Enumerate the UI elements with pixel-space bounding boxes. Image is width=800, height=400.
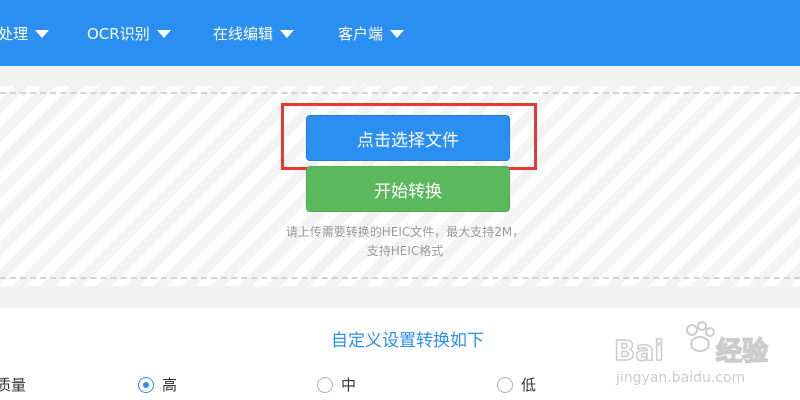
radio-unchecked-icon: [497, 376, 513, 393]
nav-item-ocr[interactable]: OCR识别: [87, 0, 171, 66]
nav-item-label: OCR识别: [87, 24, 150, 43]
settings-title: 自定义设置转换如下: [331, 331, 484, 351]
caret-down-icon: [156, 30, 171, 38]
quality-label: 质量: [0, 376, 27, 394]
radio-label: 高: [162, 376, 178, 394]
quality-option-high[interactable]: 高: [138, 374, 177, 395]
nav-item-label: 处理: [0, 24, 29, 43]
upload-hint-line1: 请上传需要转换的HEIC文件，最大支持2M，: [285, 225, 525, 239]
radio-label: 中: [341, 376, 357, 394]
nav-item-label: 在线编辑: [213, 24, 274, 43]
radio-label: 低: [521, 376, 537, 394]
quality-option-medium[interactable]: 中: [317, 374, 356, 395]
top-nav-bar: 处理 OCR识别 在线编辑 客户端: [0, 0, 800, 66]
highlight-annotation-box: [281, 103, 537, 170]
nav-item-online-edit[interactable]: 在线编辑: [213, 0, 295, 66]
quality-option-low[interactable]: 低: [497, 374, 536, 395]
radio-unchecked-icon: [317, 376, 333, 393]
caret-down-icon: [35, 30, 50, 38]
radio-checked-icon: [138, 376, 154, 393]
upload-hint-line2: 支持HEIC格式: [366, 244, 444, 258]
nav-item-processing[interactable]: 处理: [0, 0, 50, 66]
caret-down-icon: [390, 30, 405, 38]
caret-down-icon: [280, 30, 295, 38]
start-convert-button[interactable]: 开始转换: [306, 166, 510, 212]
upload-area-border-top: [0, 92, 800, 94]
nav-item-client[interactable]: 客户端: [338, 0, 405, 66]
nav-item-label: 客户端: [338, 24, 384, 43]
settings-panel: [0, 308, 800, 400]
page: 处理 OCR识别 在线编辑 客户端 点击选择文件 开始转换 请上传需要转换的HE…: [0, 0, 800, 400]
upload-area-border-bottom: [0, 277, 800, 279]
